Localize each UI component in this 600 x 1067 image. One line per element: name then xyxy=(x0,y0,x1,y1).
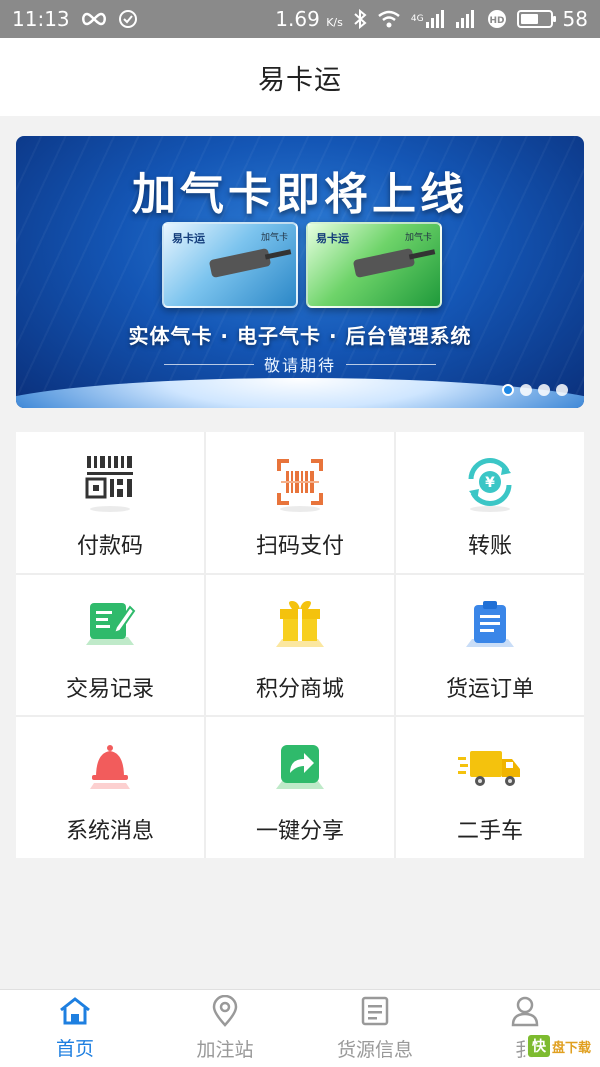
tab-label: 货源信息 xyxy=(336,1039,413,1061)
title-bar: 易卡运 xyxy=(0,38,600,116)
grid-item-system-messages[interactable]: 系统消息 xyxy=(16,717,204,858)
svg-text:HD: HD xyxy=(489,16,504,26)
fuel-nozzle-icon xyxy=(352,247,416,279)
pagination-dot[interactable] xyxy=(556,384,568,396)
banner-tagline: 敬请期待 xyxy=(263,356,336,375)
bell-icon xyxy=(78,735,142,799)
card-brand: 易卡运 xyxy=(172,232,205,245)
tab-gas-station[interactable]: 加注站 xyxy=(150,990,300,1067)
grid-item-label: 一键分享 xyxy=(255,819,344,845)
card-tag: 加气卡 xyxy=(404,233,432,243)
grid-item-payment-code[interactable]: 付款码 xyxy=(16,432,204,573)
card-tag: 加气卡 xyxy=(260,233,288,243)
grid-item-freight-orders[interactable]: 货运订单 xyxy=(396,574,584,716)
grid-item-label: 付款码 xyxy=(76,534,143,559)
status-bar: 11:13 1.69 K/s 4G HD 58 xyxy=(0,0,600,38)
grid-item-scan-pay[interactable]: 扫码支付 xyxy=(206,432,394,573)
promo-banner[interactable]: 加气卡即将上线 易卡运 加气卡 易卡运 加气卡 实体气卡 · 电子气卡 · 后台… xyxy=(16,136,584,408)
pagination-dot[interactable] xyxy=(502,384,514,396)
person-icon xyxy=(510,995,540,1031)
grid-item-one-click-share[interactable]: 一键分享 xyxy=(206,717,394,858)
network-speed: 1.69 K/s xyxy=(275,7,343,31)
grid-item-transfer[interactable]: ¥ 转账 xyxy=(396,432,584,573)
watermark-logo: 快 盘下载 xyxy=(524,1034,594,1058)
infinity-icon xyxy=(80,11,108,27)
grid-item-label: 交易记录 xyxy=(65,676,154,702)
svg-text:¥: ¥ xyxy=(485,475,495,491)
payment-qr-icon xyxy=(78,450,142,514)
page-title: 易卡运 xyxy=(258,64,342,96)
gas-card-green: 易卡运 加气卡 xyxy=(306,222,442,308)
grid-item-label: 货运订单 xyxy=(445,676,534,702)
scan-barcode-icon xyxy=(268,450,332,514)
grid-item-label: 系统消息 xyxy=(65,819,154,845)
battery-level: 58 xyxy=(562,7,588,31)
location-pin-icon xyxy=(211,994,239,1031)
grid-item-label: 二手车 xyxy=(456,819,523,845)
bluetooth-icon xyxy=(353,9,367,29)
battery-icon xyxy=(516,10,556,28)
signal-icon xyxy=(455,10,477,28)
share-icon xyxy=(268,735,332,799)
home-icon xyxy=(58,996,92,1030)
banner-pagination[interactable] xyxy=(502,384,568,396)
check-circle-icon xyxy=(118,9,138,29)
card-brand: 易卡运 xyxy=(316,232,349,245)
signal-4g-icon: 4G xyxy=(411,10,445,28)
hd-icon: HD xyxy=(487,9,507,29)
banner-headline: 加气卡即将上线 xyxy=(132,169,468,220)
bottom-nav: 首页 加注站 货源信息 我 xyxy=(0,989,600,1067)
banner-subline: 实体气卡 · 电子气卡 · 后台管理系统 xyxy=(128,324,472,348)
truck-icon xyxy=(458,735,522,799)
gift-icon xyxy=(268,593,332,657)
pagination-dot[interactable] xyxy=(538,384,550,396)
tab-home[interactable]: 首页 xyxy=(0,990,150,1067)
grid-item-label: 扫码支付 xyxy=(255,534,344,559)
banner-tagline-wrap: 敬请期待 xyxy=(16,352,584,376)
divider xyxy=(346,363,436,365)
fuel-nozzle-icon xyxy=(208,247,272,279)
grid-item-transaction-records[interactable]: 交易记录 xyxy=(16,574,204,716)
wifi-icon xyxy=(377,10,401,28)
document-list-icon xyxy=(360,995,390,1031)
grid-item-label: 转账 xyxy=(467,534,512,559)
gas-card-blue: 易卡运 加气卡 xyxy=(162,222,298,308)
tab-label: 首页 xyxy=(55,1038,94,1060)
watermark-icon: 快 xyxy=(527,1035,550,1057)
grid-item-used-cars[interactable]: 二手车 xyxy=(396,717,584,858)
clipboard-icon xyxy=(458,593,522,657)
function-grid: 付款码 扫码支付 ¥ 转账 交易记录 积分商城 货运订单 系统消息 一键分享 二… xyxy=(16,432,584,858)
watermark-text: 盘下载 xyxy=(551,1040,591,1056)
pagination-dot[interactable] xyxy=(520,384,532,396)
status-time: 11:13 xyxy=(12,7,70,31)
edit-record-icon xyxy=(78,593,142,657)
transfer-yuan-icon: ¥ xyxy=(458,450,522,514)
tab-cargo-info[interactable]: 货源信息 xyxy=(300,990,450,1067)
divider xyxy=(163,363,254,365)
tab-label: 加注站 xyxy=(196,1039,254,1061)
grid-item-points-mall[interactable]: 积分商城 xyxy=(206,574,394,716)
grid-item-label: 积分商城 xyxy=(255,676,344,702)
